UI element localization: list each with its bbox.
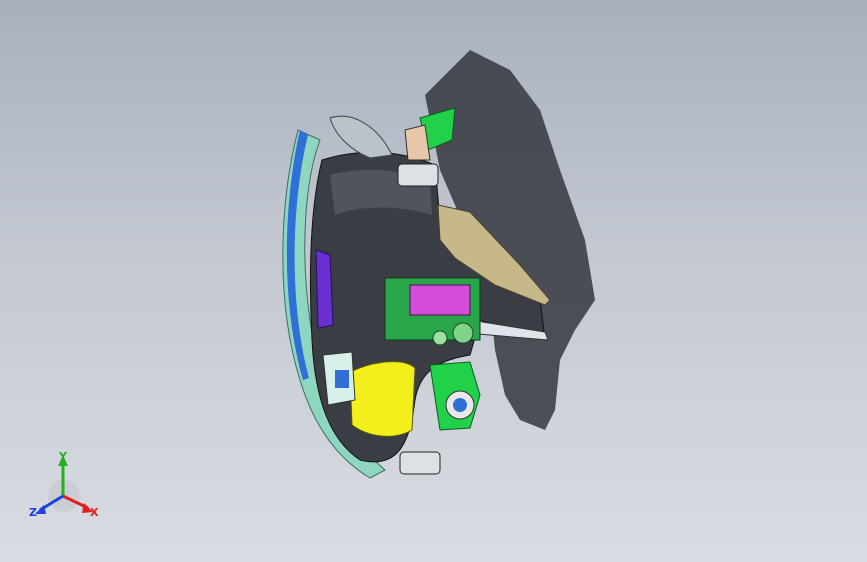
x-axis-label: X	[90, 506, 99, 519]
z-axis-label: Z	[29, 506, 37, 519]
y-axis-label: Y	[58, 450, 68, 463]
3d-viewport[interactable]: Y X Z	[0, 0, 867, 562]
coordinate-triad: Y X Z	[29, 450, 99, 519]
